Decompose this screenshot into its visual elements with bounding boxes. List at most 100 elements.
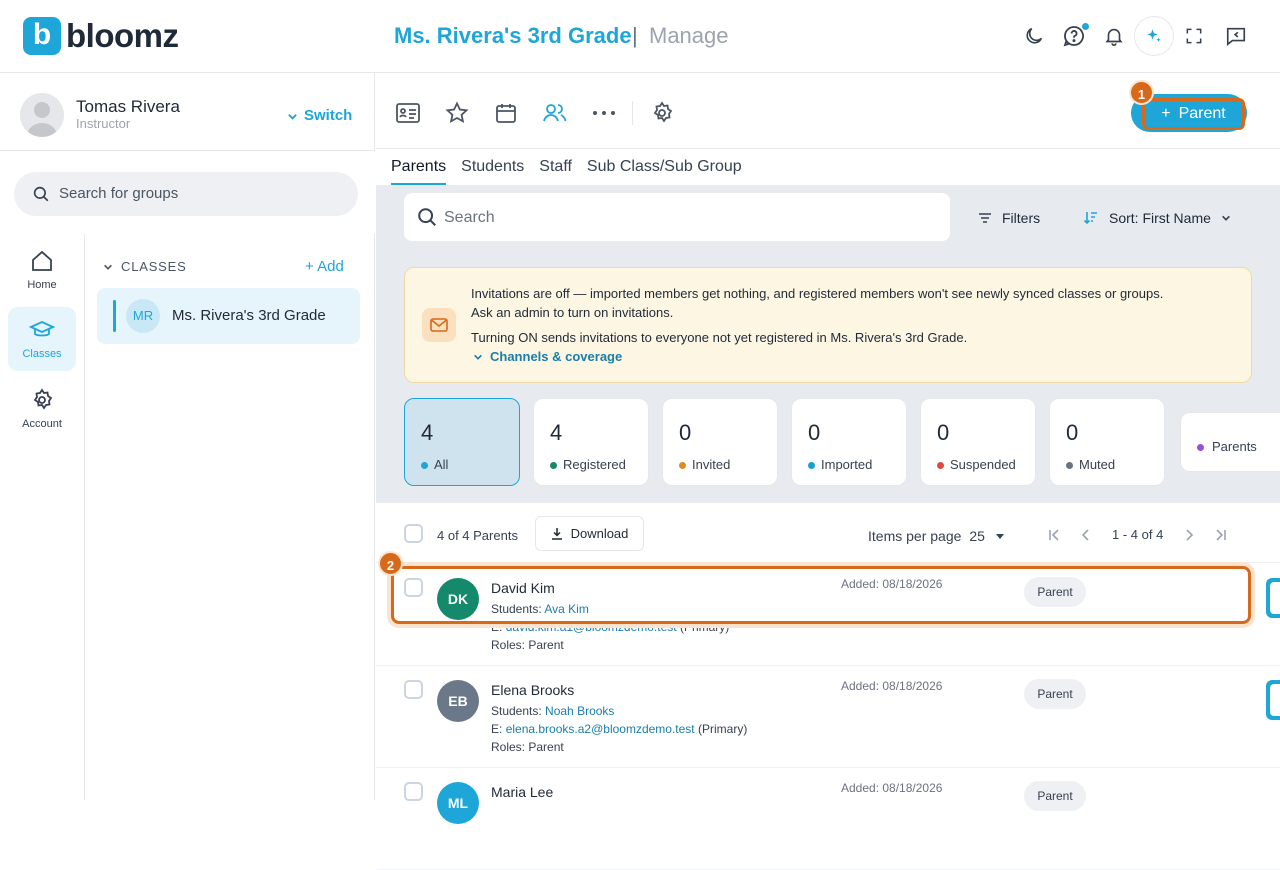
bloomz-logo-icon: b	[23, 17, 61, 55]
tab-parents[interactable]: Parents	[391, 157, 447, 186]
email-label: E:	[491, 722, 503, 736]
student-link[interactable]: Noah Brooks	[545, 704, 614, 718]
stat-muted[interactable]: 0 Muted	[1049, 398, 1165, 486]
moon-icon[interactable]	[1020, 22, 1048, 50]
channels-coverage-label: Channels & coverage	[490, 349, 623, 364]
channels-coverage-link[interactable]: Channels & coverage	[473, 348, 622, 366]
status-dot	[679, 461, 686, 469]
items-per-page[interactable]: Items per page 25	[868, 527, 1007, 545]
switch-button[interactable]: Switch	[287, 107, 352, 125]
banner-line-2: Ask an admin to turn on invitations.	[471, 305, 674, 320]
table-row[interactable]: ML Maria Lee Added: 08/18/2026 Parent	[376, 768, 1280, 870]
fullscreen-icon[interactable]	[1180, 22, 1208, 50]
stat-label: Suspended	[950, 457, 1016, 472]
table-row[interactable]: EB Elena Brooks Students: Noah Brooks E:…	[376, 666, 1280, 768]
member-search-input[interactable]: Search	[404, 193, 950, 241]
class-item[interactable]: MR Ms. Rivera's 3rd Grade	[97, 288, 360, 344]
ai-assistant-button[interactable]	[1134, 16, 1174, 56]
feedback-icon[interactable]	[1222, 22, 1250, 50]
students-label: Students:	[491, 704, 542, 718]
class-item-label: Ms. Rivera's 3rd Grade	[172, 307, 326, 324]
tab-students[interactable]: Students	[461, 157, 524, 186]
download-icon	[551, 528, 562, 540]
download-button[interactable]: Download	[535, 516, 644, 551]
row-action-button[interactable]	[1266, 578, 1280, 618]
member-name[interactable]: Elena Brooks	[491, 681, 574, 699]
email-link[interactable]: elena.brooks.a2@bloomzdemo.test	[506, 722, 695, 736]
added-date: Added: 08/18/2026	[841, 679, 943, 693]
added-date: Added: 08/18/2026	[841, 781, 943, 795]
stat-label: Imported	[821, 457, 873, 472]
stat-invited[interactable]: 0 Invited	[662, 398, 778, 486]
nav-classes[interactable]: Classes	[8, 307, 76, 371]
sort-label: Sort: First Name	[1109, 210, 1211, 226]
legend-dot	[1197, 443, 1204, 451]
step-badge: 2	[378, 551, 403, 576]
filters-label: Filters	[1002, 210, 1041, 226]
stat-all[interactable]: 4 All	[404, 398, 520, 486]
classes-header[interactable]: CLASSES	[103, 259, 187, 275]
settings-icon[interactable]	[648, 99, 676, 127]
pagination: 1 - 4 of 4	[1048, 526, 1227, 544]
mail-icon	[422, 308, 456, 342]
add-parent-button[interactable]: + Parent	[1142, 98, 1245, 130]
graduation-cap-icon	[29, 321, 55, 337]
stat-suspended[interactable]: 0 Suspended	[920, 398, 1036, 486]
stat-label: Registered	[563, 457, 626, 472]
page-title: Ms. Rivera's 3rd Grade	[394, 23, 632, 48]
prev-page-icon[interactable]	[1082, 529, 1090, 541]
stat-count: 0	[679, 420, 692, 445]
calendar-icon[interactable]	[492, 99, 520, 127]
role-chip: Parent	[1024, 679, 1086, 709]
tab-bar: Parents Students Staff Sub Class/Sub Gro…	[391, 157, 742, 186]
left-nav: Home Classes Account	[0, 234, 85, 800]
items-per-page-value: 25	[969, 528, 985, 544]
select-all-checkbox[interactable]	[404, 524, 423, 543]
last-page-icon[interactable]	[1215, 529, 1227, 541]
member-name[interactable]: Maria Lee	[491, 783, 553, 801]
bell-icon[interactable]	[1100, 22, 1128, 50]
next-page-icon[interactable]	[1185, 529, 1194, 541]
sort-dropdown[interactable]: Sort: First Name	[1083, 209, 1231, 227]
user-role: Instructor	[76, 116, 131, 131]
stat-imported[interactable]: 0 Imported	[791, 398, 907, 486]
avatar	[20, 93, 64, 137]
row-checkbox[interactable]	[404, 680, 423, 699]
member-roles: Roles: Parent	[491, 740, 564, 754]
people-icon[interactable]	[541, 99, 569, 127]
status-dot	[421, 461, 428, 469]
row-action-button[interactable]	[1266, 680, 1280, 720]
filters-button[interactable]: Filters	[978, 209, 1040, 227]
more-icon[interactable]	[590, 99, 618, 127]
chevron-down-icon	[1221, 215, 1230, 221]
filter-icon	[979, 213, 991, 223]
add-class-button[interactable]: + Add	[305, 258, 344, 276]
page-range: 1 - 4 of 4	[1112, 527, 1164, 542]
invitations-banner: Invitations are off — imported members g…	[404, 267, 1252, 383]
tab-staff[interactable]: Staff	[539, 157, 572, 186]
chevron-down-icon	[104, 264, 112, 270]
nav-home[interactable]: Home	[8, 238, 76, 302]
roster-card-icon[interactable]	[394, 99, 422, 127]
switch-label: Switch	[304, 107, 353, 124]
stat-count: 0	[1066, 420, 1079, 445]
nav-account[interactable]: Account	[8, 377, 76, 441]
classes-header-label: CLASSES	[121, 259, 187, 274]
row-checkbox[interactable]	[404, 782, 423, 801]
toolbar-divider	[376, 148, 1280, 149]
tab-sub-class[interactable]: Sub Class/Sub Group	[587, 157, 742, 186]
star-icon[interactable]	[443, 99, 471, 127]
classes-panel: CLASSES + Add MR Ms. Rivera's 3rd Grade	[85, 234, 375, 800]
toolbar-divider	[632, 101, 633, 125]
stat-label: All	[434, 457, 449, 472]
chevron-down-icon	[474, 354, 482, 360]
status-dot	[1066, 461, 1073, 469]
stat-count: 4	[421, 420, 434, 445]
class-badge: MR	[126, 299, 160, 333]
group-search-input[interactable]: Search for groups	[14, 172, 358, 216]
status-dot	[937, 461, 944, 469]
first-page-icon[interactable]	[1048, 529, 1060, 541]
stat-count: 0	[808, 420, 821, 445]
stat-registered[interactable]: 4 Registered	[533, 398, 649, 486]
email-note: (Primary)	[697, 722, 748, 736]
